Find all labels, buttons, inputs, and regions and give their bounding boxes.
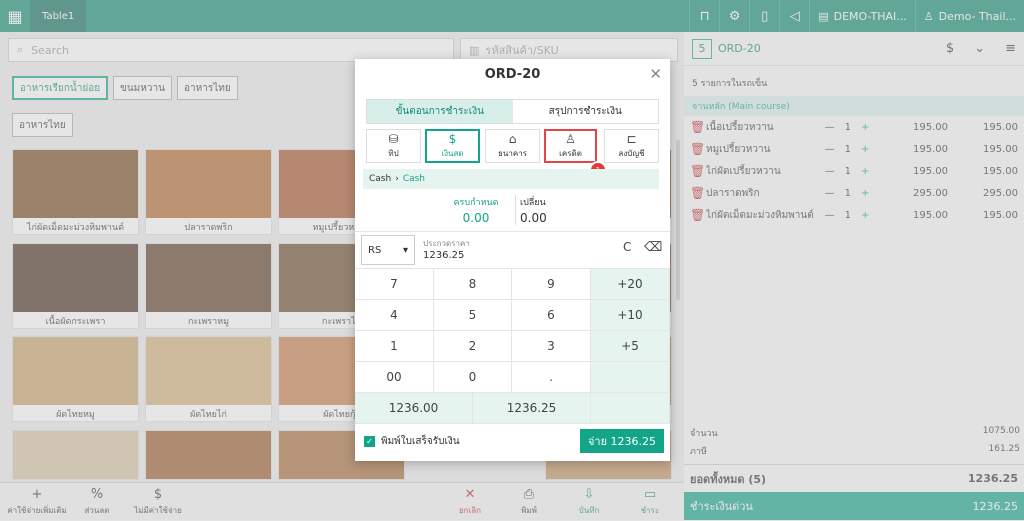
- quick-amount-blank: [591, 393, 670, 424]
- key[interactable]: 1: [355, 331, 434, 362]
- quick-amount[interactable]: 1236.00: [355, 393, 473, 424]
- tab-payment-steps[interactable]: ขั้นตอนการชำระเงิน: [367, 100, 513, 123]
- modal-tabs: ขั้นตอนการชำระเงิน สรุปการชำระเงิน: [366, 99, 659, 124]
- chevron-right-icon: ›: [395, 174, 399, 184]
- key[interactable]: 6: [512, 300, 591, 331]
- clear-button[interactable]: C: [623, 240, 631, 254]
- method-bank[interactable]: ⌂ ธนาคาร: [485, 129, 540, 163]
- change-value: 0.00: [520, 211, 547, 225]
- breadcrumb: Cash › Cash: [363, 169, 659, 189]
- backspace-icon[interactable]: ⌫: [644, 240, 662, 255]
- tab-payment-summary[interactable]: สรุปการชำระเงิน: [513, 100, 659, 123]
- method-tip[interactable]: ⛁ ทิป: [366, 129, 421, 163]
- print-receipt-label: พิมพ์ใบเสร็จรับเงิน: [381, 436, 460, 447]
- method-credit[interactable]: ♙ เครดิต: [544, 129, 597, 163]
- key[interactable]: 4: [355, 300, 434, 331]
- modal-title: ORD-20: [484, 67, 541, 82]
- due-label: ครบกำหนด: [453, 198, 499, 208]
- key[interactable]: 3: [512, 331, 591, 362]
- caret-down-icon: ▾: [402, 244, 408, 256]
- coins-icon: ⛁: [388, 132, 399, 146]
- key[interactable]: 2: [434, 331, 512, 362]
- key[interactable]: 9: [512, 269, 591, 300]
- quick-amount[interactable]: 1236.25: [473, 393, 591, 424]
- bank-icon: ⌂: [508, 132, 517, 146]
- change-amount: เปลี่ยน 0.00: [515, 195, 585, 225]
- method-label: ลงบัญชี: [618, 149, 645, 158]
- method-cash[interactable]: $ เงินสด: [425, 129, 480, 163]
- pay-submit-button[interactable]: จ่าย 1236.25: [580, 429, 664, 453]
- due-value: 0.00: [462, 211, 490, 225]
- payment-modal: ORD-20 ✕ ขั้นตอนการชำระเงิน สรุปการชำระเ…: [355, 59, 670, 461]
- key-blank: [591, 362, 670, 393]
- key[interactable]: .: [512, 362, 591, 393]
- key[interactable]: +5: [591, 331, 670, 362]
- crumb-item: Cash: [402, 174, 426, 184]
- key[interactable]: 8: [434, 269, 512, 300]
- bed-icon: ⊏: [626, 132, 637, 146]
- method-label: ทิป: [388, 149, 399, 158]
- currency-value: RS: [368, 244, 382, 256]
- change-label: เปลี่ยน: [520, 198, 546, 208]
- keypad: 7 8 9 +20 4 5 6 +10 1 2 3 +5 00 0 . 1236…: [355, 268, 670, 424]
- amount-due: ครบกำหนด 0.00: [445, 195, 507, 225]
- key[interactable]: 00: [355, 362, 434, 393]
- key[interactable]: +10: [591, 300, 670, 331]
- crumb-item[interactable]: Cash: [369, 174, 391, 184]
- key[interactable]: 7: [355, 269, 434, 300]
- key[interactable]: 5: [434, 300, 512, 331]
- divider: [355, 231, 670, 232]
- dollar-icon: $: [448, 132, 457, 146]
- print-receipt-option[interactable]: ✓ พิมพ์ใบเสร็จรับเงิน: [364, 434, 460, 449]
- user-icon: ♙: [565, 132, 576, 146]
- tendered-label: ประกวดราคา: [423, 239, 470, 248]
- method-account[interactable]: ⊏ ลงบัญชี: [604, 129, 659, 163]
- key[interactable]: +20: [591, 269, 670, 300]
- currency-select[interactable]: RS ▾: [361, 235, 415, 265]
- tendered-input[interactable]: 1236.25: [423, 250, 464, 261]
- key[interactable]: 0: [434, 362, 512, 393]
- checkbox[interactable]: ✓: [364, 436, 375, 447]
- method-label: เครดิต: [559, 149, 582, 158]
- method-label: ธนาคาร: [498, 149, 527, 158]
- method-label: เงินสด: [441, 149, 464, 158]
- close-icon[interactable]: ✕: [649, 65, 662, 83]
